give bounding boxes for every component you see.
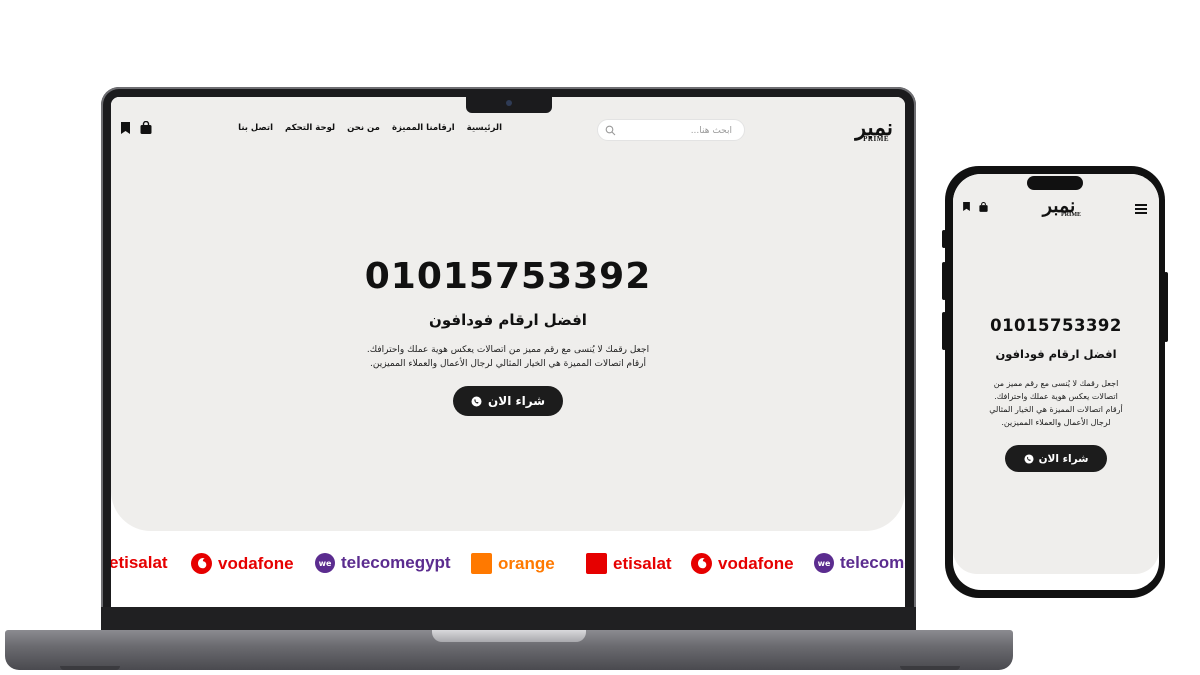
- mobile-hero-content: 01015753392 افضل ارقام فودافون اجعل رقمك…: [953, 316, 1159, 472]
- menu-item-home[interactable]: الرئيسية: [467, 123, 502, 133]
- brand-name: telecomegypt: [840, 553, 905, 572]
- mobile-hero-section: نمبر PRIME 01015753392 افضل ارقام فودافو…: [953, 174, 1159, 574]
- site-logo[interactable]: نمبر PRIME: [837, 117, 893, 145]
- featured-number: 01015753392: [990, 316, 1122, 335]
- menu-item-about[interactable]: من نحن: [347, 123, 380, 133]
- menu-item-featured-numbers[interactable]: ارقامنا المميزة: [392, 123, 455, 133]
- brand-name: etisalat: [111, 553, 168, 572]
- brand-orange: orange: [471, 553, 555, 574]
- we-logo-icon: we: [814, 553, 834, 573]
- brand-vodafone: vodafone: [191, 553, 294, 574]
- brand-name: orange: [498, 553, 555, 573]
- buy-now-label: شراء الان: [1038, 452, 1089, 465]
- top-navbar: الرئيسية ارقامنا المميزة من نحن لوحة الت…: [111, 117, 905, 145]
- hero-content: 01015753392 افضل ارقام فودافون اجعل رقمك…: [111, 257, 905, 416]
- brand-name: vodafone: [218, 553, 294, 573]
- laptop-screen: الرئيسية ارقامنا المميزة من نحن لوحة الت…: [111, 97, 905, 607]
- main-menu: الرئيسية ارقامنا المميزة من نحن لوحة الت…: [238, 123, 502, 133]
- laptop-foot: [60, 666, 120, 670]
- svg-text:we: we: [818, 559, 831, 568]
- menu-item-contact[interactable]: اتصل بنا: [238, 123, 273, 133]
- hero-section: الرئيسية ارقامنا المميزة من نحن لوحة الت…: [111, 97, 905, 531]
- bookmark-icon[interactable]: [121, 121, 130, 134]
- phone-side-button: [942, 312, 946, 350]
- nav-icons: [121, 121, 152, 134]
- vodafone-logo-icon: [191, 553, 212, 574]
- featured-number: 01015753392: [364, 256, 652, 297]
- brand-etisalat-2: etisalat: [586, 553, 672, 574]
- phone-dynamic-island: [1027, 176, 1083, 190]
- etisalat-logo-icon: [586, 553, 607, 574]
- hero-description-line-1: اجعل رقمك لا يُنسى مع رقم مميز من اتصالا…: [366, 345, 650, 355]
- logo-prime-text: PRIME: [863, 135, 889, 143]
- hero-title: افضل ارقام فودافون: [429, 311, 587, 329]
- search-box: [597, 119, 745, 142]
- shopping-bag-icon[interactable]: [140, 121, 152, 134]
- svg-text:we: we: [319, 559, 332, 568]
- laptop-groove: [432, 630, 586, 642]
- hero-description: اجعل رقمك لا يُنسى مع رقم مميز من اتصالا…: [111, 343, 905, 371]
- brand-name: etisalat: [613, 553, 672, 573]
- phone-side-button: [942, 262, 946, 300]
- brand-name: telecomegypt: [341, 553, 451, 572]
- search-input[interactable]: [620, 120, 734, 142]
- logo-prime-text: PRIME: [1061, 212, 1081, 218]
- laptop-chin: [101, 607, 916, 632]
- laptop-foot: [900, 666, 960, 670]
- bookmark-icon[interactable]: [963, 202, 970, 211]
- phone-side-button: [942, 230, 946, 248]
- buy-now-button[interactable]: شراء الان: [1005, 445, 1107, 472]
- brands-carousel: etisalat vodafone we telecomegypt orange…: [111, 547, 905, 583]
- phone-screen: نمبر PRIME 01015753392 افضل ارقام فودافو…: [953, 174, 1159, 590]
- we-logo-icon: we: [315, 553, 335, 573]
- brand-telecomegypt: we telecomegypt: [315, 553, 451, 573]
- hero-title: افضل ارقام فودافون: [995, 347, 1117, 361]
- brand-vodafone-2: vodafone: [691, 553, 794, 574]
- phone-side-button: [1164, 272, 1168, 342]
- orange-logo-icon: [471, 553, 492, 574]
- hero-description: اجعل رقمك لا يُنسى مع رقم مميز من اتصالا…: [989, 379, 1123, 427]
- brand-telecomegypt-2: we telecomegypt: [814, 553, 905, 573]
- whatsapp-icon: [1024, 453, 1034, 464]
- buy-now-button[interactable]: شراء الان: [453, 386, 563, 416]
- mobile-site-logo[interactable]: نمبر PRIME: [1035, 196, 1083, 222]
- laptop-notch: [466, 95, 552, 113]
- brand-etisalat: etisalat: [111, 553, 168, 573]
- mobile-nav-icons: [963, 202, 988, 212]
- hero-description-line-2: أرقام اتصالات المميزة هي الخيار المثالي …: [370, 359, 646, 369]
- buy-now-label: شراء الان: [488, 394, 545, 408]
- shopping-bag-icon[interactable]: [979, 202, 988, 212]
- brand-name: vodafone: [718, 553, 794, 573]
- vodafone-logo-icon: [691, 553, 712, 574]
- whatsapp-icon: [471, 396, 482, 406]
- search-icon[interactable]: [605, 125, 616, 136]
- hamburger-menu-icon[interactable]: [1135, 204, 1147, 214]
- menu-item-dashboard[interactable]: لوحة التحكم: [285, 123, 335, 133]
- camera-icon: [506, 100, 512, 106]
